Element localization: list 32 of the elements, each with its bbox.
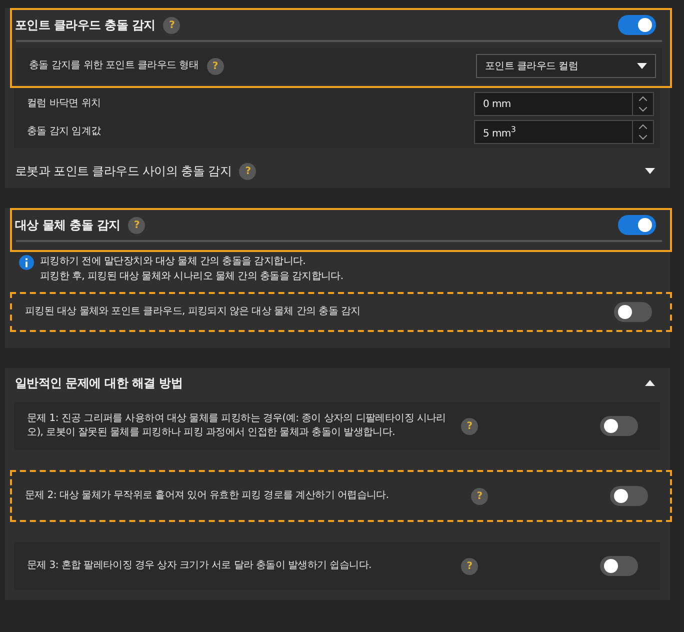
section-title: 일반적인 문제에 대한 해결 방법 <box>15 374 183 392</box>
help-icon[interactable]: ? <box>461 558 478 574</box>
toggle-switch[interactable] <box>600 556 638 576</box>
problem-text: 문제 2: 대상 물체가 무작위로 흩어져 있어 유효한 피킹 경로를 계산하기 어렵습니다. <box>25 489 390 503</box>
help-icon[interactable]: ? <box>239 162 256 180</box>
help-icon[interactable]: ? <box>128 216 146 234</box>
toggle-switch[interactable] <box>610 486 648 506</box>
help-icon[interactable]: ? <box>461 418 478 434</box>
subsection-title: 로봇과 포인트 클라우드 사이의 충돌 감지 <box>15 162 232 180</box>
dropdown[interactable]: 포인트 클라우드 컬럼 <box>476 54 656 78</box>
help-icon[interactable]: ? <box>163 16 180 34</box>
field-label: 충돌 감지 임계값 <box>27 125 101 139</box>
help-icon[interactable]: ? <box>471 488 488 504</box>
toggle-switch[interactable] <box>614 302 652 322</box>
number-field[interactable]: 0 mm <box>474 92 654 116</box>
field-label: 충돌 감지를 위한 포인트 클라우드 형태 <box>29 59 199 73</box>
section-title: 포인트 클라우드 충돌 감지 <box>15 16 156 34</box>
section-title: 대상 물체 충돌 감지 <box>15 216 120 234</box>
expand-caret-icon[interactable] <box>644 167 656 175</box>
number-field[interactable]: 5 mm$^{3}$ <box>474 120 654 144</box>
toggle-switch[interactable] <box>618 215 656 235</box>
info-icon <box>19 255 34 270</box>
collapse-caret-icon[interactable] <box>644 379 656 387</box>
problem-text: 문제 1: 진공 그리퍼를 사용하여 대상 물체를 피킹하는 경우(예: 종이 상자의 디팔레타이징 시나리오), 로봇이 잘못된 물체를 피킹하나 피킹 과정에서 인접한 물체과 충돌이 발생합니다. <box>27 412 447 440</box>
info-text: 피킹하기 전에 말단장치와 대상 물체 간의 충돌을 감지합니다. 피킹한 후, 피킹된 대상 물체와 시나리오 물체 간의 충돌을 감지합니다. <box>40 255 344 284</box>
help-icon[interactable]: ? <box>206 58 224 74</box>
toggle-switch[interactable] <box>618 15 656 35</box>
option-label: 피킹된 대상 물체와 포인트 클라우드, 피킹되지 않은 대상 물체 간의 충돌 감지 <box>25 305 362 319</box>
toggle-switch[interactable] <box>600 416 638 436</box>
caret-icon <box>637 63 647 69</box>
field-label: 컬럼 바닥면 위치 <box>27 97 101 111</box>
problem-text: 문제 3: 혼합 팔레타이징 경우 상자 크기가 서로 달라 충돌이 발생하기 쉽습니다. <box>27 559 372 573</box>
